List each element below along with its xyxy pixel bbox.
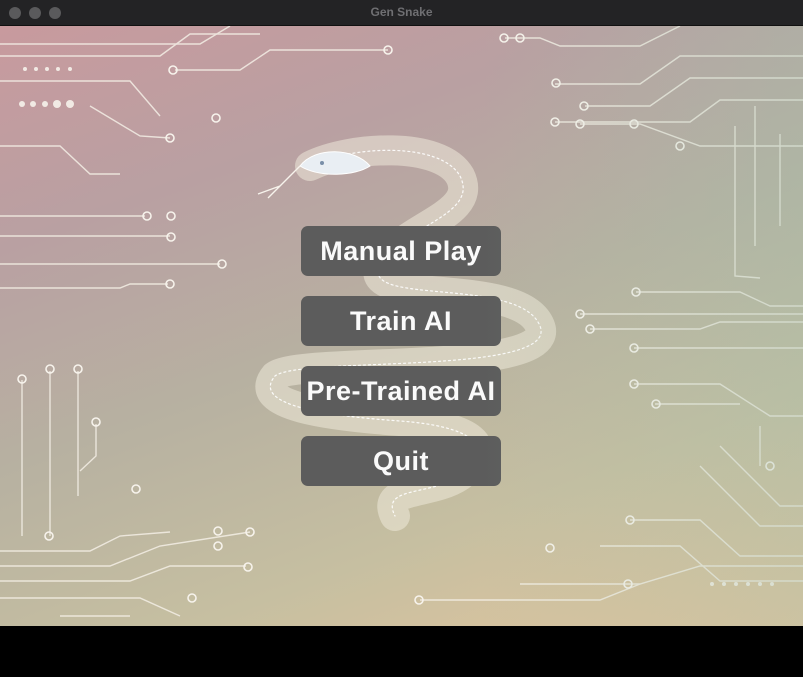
title-bar[interactable]: Gen Snake [0, 0, 803, 26]
manual-play-button[interactable]: Manual Play [301, 226, 501, 276]
pre-trained-ai-button[interactable]: Pre-Trained AI [301, 366, 501, 416]
window-bottom-area [0, 626, 803, 677]
app-window: Gen Snake Manual Play Train AI Pre-Train… [0, 0, 803, 677]
quit-button[interactable]: Quit [301, 436, 501, 486]
main-menu: Manual Play Train AI Pre-Trained AI Quit [301, 226, 501, 506]
train-ai-button[interactable]: Train AI [301, 296, 501, 346]
window-title: Gen Snake [370, 5, 433, 19]
game-canvas: Manual Play Train AI Pre-Trained AI Quit [0, 26, 803, 626]
